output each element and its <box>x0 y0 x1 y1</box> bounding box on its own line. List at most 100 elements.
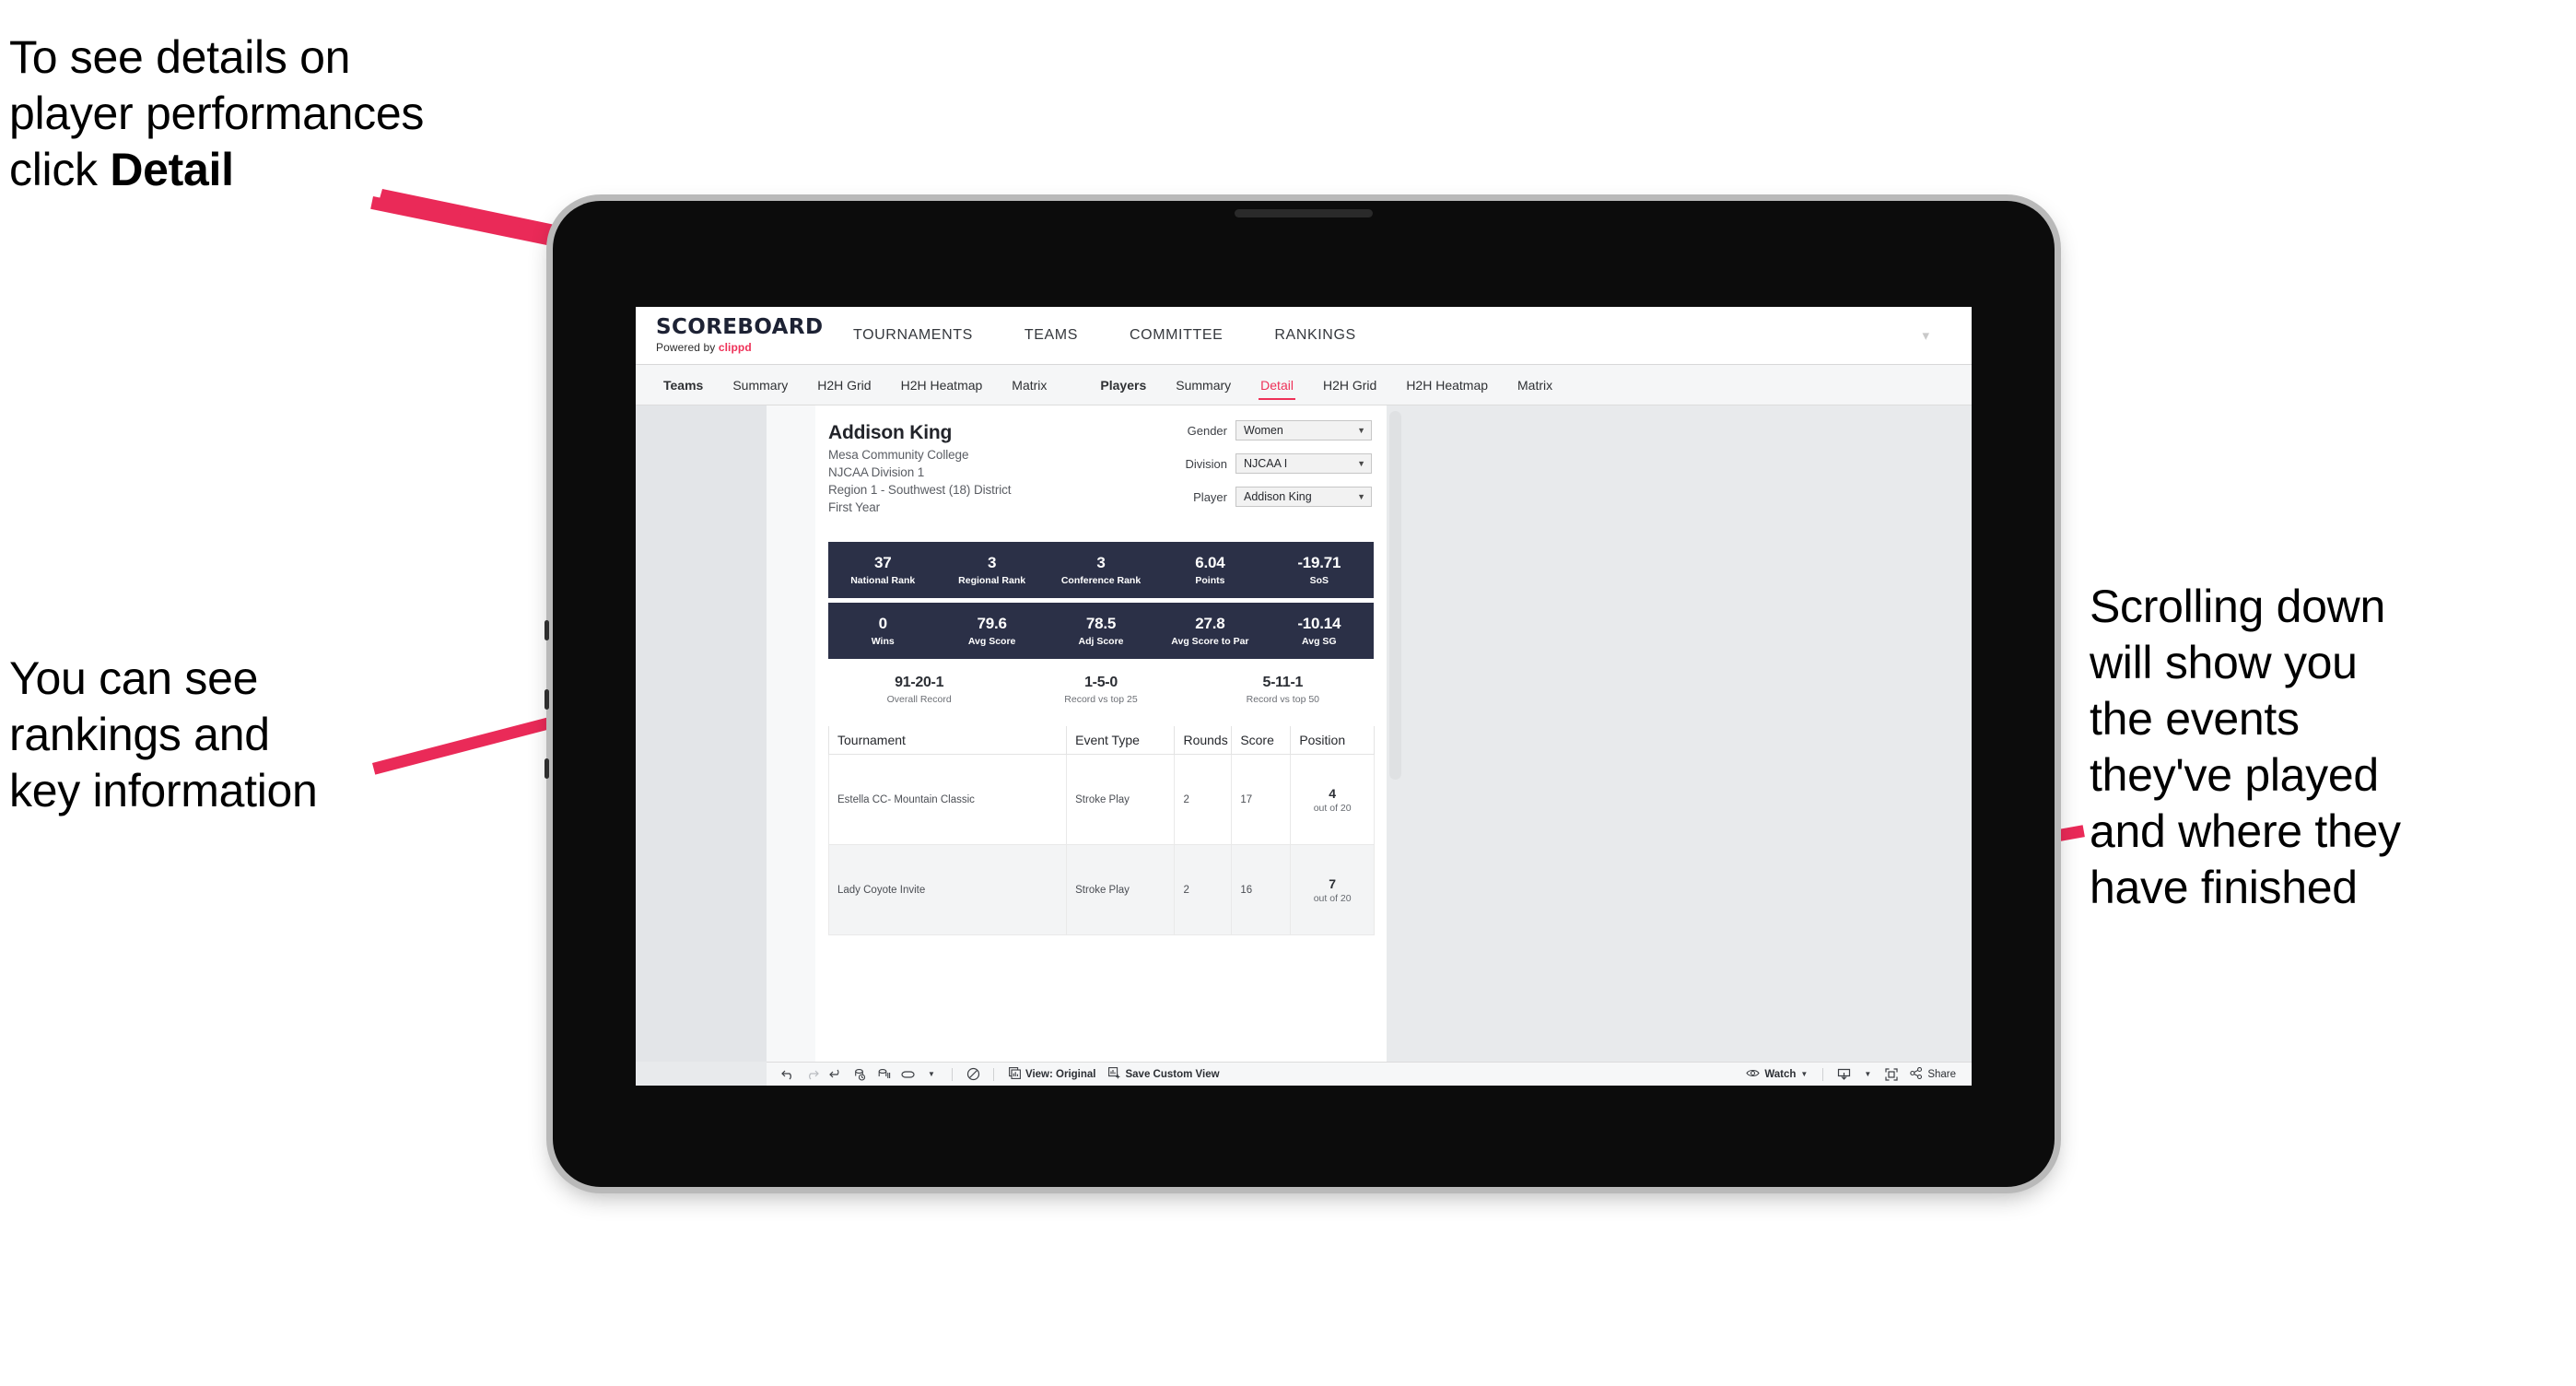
subnav-players[interactable]: Players <box>1085 365 1161 405</box>
player-detail-inner: Addison King Mesa Community College NJCA… <box>815 405 1387 1062</box>
stat-value: 3 <box>987 554 997 571</box>
stat-value: 3 <box>1096 554 1106 571</box>
column-header-score[interactable]: Score <box>1231 726 1292 755</box>
filter-row-player: Player Addison King ▼ <box>1142 487 1372 507</box>
subnav-players-h2h-grid[interactable]: H2H Grid <box>1308 365 1391 405</box>
undo-icon[interactable] <box>776 1065 800 1084</box>
subnav-group-teams: Teams Summary H2H Grid H2H Heatmap Matri… <box>649 365 1061 405</box>
toolbar-divider <box>952 1067 953 1081</box>
subnav-players-detail[interactable]: Detail <box>1246 365 1308 405</box>
position-out-of: out of 20 <box>1313 802 1352 814</box>
subnav-divider <box>1061 365 1085 405</box>
record-vs-top-25: 1-5-0 Record vs top 25 <box>1010 675 1191 705</box>
stat-label: Conference Rank <box>1060 575 1142 586</box>
vertical-scrollbar[interactable] <box>1389 411 1401 780</box>
filter-row-gender: Gender Women ▼ <box>1142 420 1372 440</box>
stat-value: 6.04 <box>1195 554 1225 571</box>
nav-item-rankings[interactable]: RANKINGS <box>1248 327 1381 344</box>
nav-item-tournaments[interactable]: TOURNAMENTS <box>827 327 999 344</box>
brand-title: SCOREBOARD <box>656 315 824 339</box>
subnav-players-h2h-heatmap[interactable]: H2H Heatmap <box>1391 365 1503 405</box>
filter-row-division: Division NJCAA I ▼ <box>1142 453 1372 474</box>
watch-button[interactable]: Watch ▼ <box>1739 1065 1814 1084</box>
cell-score: 16 <box>1231 844 1292 935</box>
subnav-players-summary[interactable]: Summary <box>1161 365 1246 405</box>
chevron-down-icon[interactable]: ▼ <box>919 1065 943 1084</box>
view-original-label: View: Original <box>1025 1068 1096 1080</box>
subnav-group-players: Players Summary Detail H2H Grid H2H Heat… <box>1085 365 1567 405</box>
record-overall: 91-20-1 Overall Record <box>828 675 1010 705</box>
stats-bar-rankings: 37 National Rank 3 Regional Rank 3 Confe… <box>828 542 1374 598</box>
division-select[interactable]: NJCAA I ▼ <box>1235 453 1372 474</box>
cell-rounds: 2 <box>1174 754 1233 845</box>
revert-icon[interactable] <box>824 1065 848 1084</box>
stat-avg-score-to-par: 27.8 Avg Score to Par <box>1155 603 1264 659</box>
secondary-nav: Teams Summary H2H Grid H2H Heatmap Matri… <box>636 365 1972 405</box>
canvas-left-gutter <box>636 405 767 1062</box>
stat-value: 0 <box>878 615 887 632</box>
nav-item-committee[interactable]: COMMITTEE <box>1104 327 1248 344</box>
pause-refresh-icon[interactable] <box>961 1065 985 1084</box>
brand-logo[interactable]: SCOREBOARD Powered by clippd <box>636 315 824 355</box>
gender-label: Gender <box>1187 423 1227 438</box>
stat-value: 78.5 <box>1085 615 1117 632</box>
pause-data-icon[interactable] <box>872 1065 896 1084</box>
cell-position: 4 out of 20 <box>1290 754 1375 845</box>
dashboard-canvas: Addison King Mesa Community College NJCA… <box>636 405 1972 1062</box>
player-select[interactable]: Addison King ▼ <box>1235 487 1372 507</box>
pause-auto-update-icon[interactable] <box>896 1065 919 1084</box>
subnav-teams-h2h-heatmap[interactable]: H2H Heatmap <box>886 365 998 405</box>
chevron-down-icon[interactable]: ▼ <box>1856 1065 1879 1084</box>
stat-national-rank: 37 National Rank <box>828 542 937 598</box>
table-header: Tournament Event Type Rounds Score Posit… <box>827 726 1375 755</box>
column-header-event-type[interactable]: Event Type <box>1066 726 1176 755</box>
primary-nav: TOURNAMENTS TEAMS COMMITTEE RANKINGS <box>827 327 1382 344</box>
stat-label: National Rank <box>850 575 916 586</box>
column-header-position[interactable]: Position <box>1290 726 1375 755</box>
chevron-down-icon[interactable]: ▾ <box>1922 327 1929 344</box>
stat-avg-score: 79.6 Avg Score <box>937 603 1046 659</box>
redo-icon[interactable] <box>800 1065 824 1084</box>
column-header-rounds[interactable]: Rounds <box>1174 726 1233 755</box>
position-out-of: out of 20 <box>1313 892 1352 904</box>
canvas-right-gutter <box>1387 405 1972 1062</box>
subnav-teams[interactable]: Teams <box>649 365 718 405</box>
subnav-teams-h2h-grid[interactable]: H2H Grid <box>802 365 885 405</box>
player-value: Addison King <box>1244 490 1312 503</box>
position-number: 7 <box>1329 875 1337 891</box>
refresh-data-icon[interactable] <box>848 1065 872 1084</box>
stat-wins: 0 Wins <box>828 603 937 659</box>
subnav-teams-matrix[interactable]: Matrix <box>997 365 1061 405</box>
subnav-teams-summary[interactable]: Summary <box>718 365 802 405</box>
table-row[interactable]: Estella CC- Mountain Classic Stroke Play… <box>827 754 1375 845</box>
brand-subtitle: Powered by clippd <box>656 341 816 354</box>
cell-tournament: Lady Coyote Invite <box>827 844 1068 935</box>
column-header-tournament[interactable]: Tournament <box>827 726 1068 755</box>
stat-adj-score: 78.5 Adj Score <box>1047 603 1155 659</box>
subnav-players-matrix[interactable]: Matrix <box>1503 365 1567 405</box>
download-icon[interactable] <box>1832 1065 1856 1084</box>
tablet-device-frame: SCOREBOARD Powered by clippd TOURNAMENTS… <box>544 201 2055 1187</box>
fullscreen-icon[interactable] <box>1879 1065 1903 1084</box>
share-button[interactable]: Share <box>1903 1065 1962 1084</box>
stat-label: Avg Score to Par <box>1171 636 1249 647</box>
gender-select[interactable]: Women ▼ <box>1235 420 1372 440</box>
division-label: Division <box>1185 456 1227 471</box>
chevron-down-icon: ▼ <box>1357 492 1365 501</box>
view-original-button[interactable]: View: Original <box>1002 1065 1102 1084</box>
nav-item-teams[interactable]: TEAMS <box>999 327 1104 344</box>
cell-event-type: Stroke Play <box>1066 844 1176 935</box>
record-label: Record vs top 25 <box>1064 694 1138 705</box>
cell-rounds: 2 <box>1174 844 1233 935</box>
powered-by-text: Powered by <box>656 341 719 354</box>
stat-label: Adj Score <box>1078 636 1124 647</box>
stat-value: -19.71 <box>1297 554 1341 571</box>
tablet-camera <box>1235 209 1373 217</box>
record-label: Record vs top 50 <box>1246 694 1320 705</box>
save-custom-view-button[interactable]: Save Custom View <box>1102 1065 1225 1084</box>
clippd-brand-text: clippd <box>718 341 752 354</box>
stat-label: Avg Score <box>967 636 1016 647</box>
stat-value: -10.14 <box>1297 615 1341 632</box>
record-value: 5-11-1 <box>1262 675 1304 690</box>
table-row[interactable]: Lady Coyote Invite Stroke Play 2 16 7 ou… <box>827 844 1375 935</box>
